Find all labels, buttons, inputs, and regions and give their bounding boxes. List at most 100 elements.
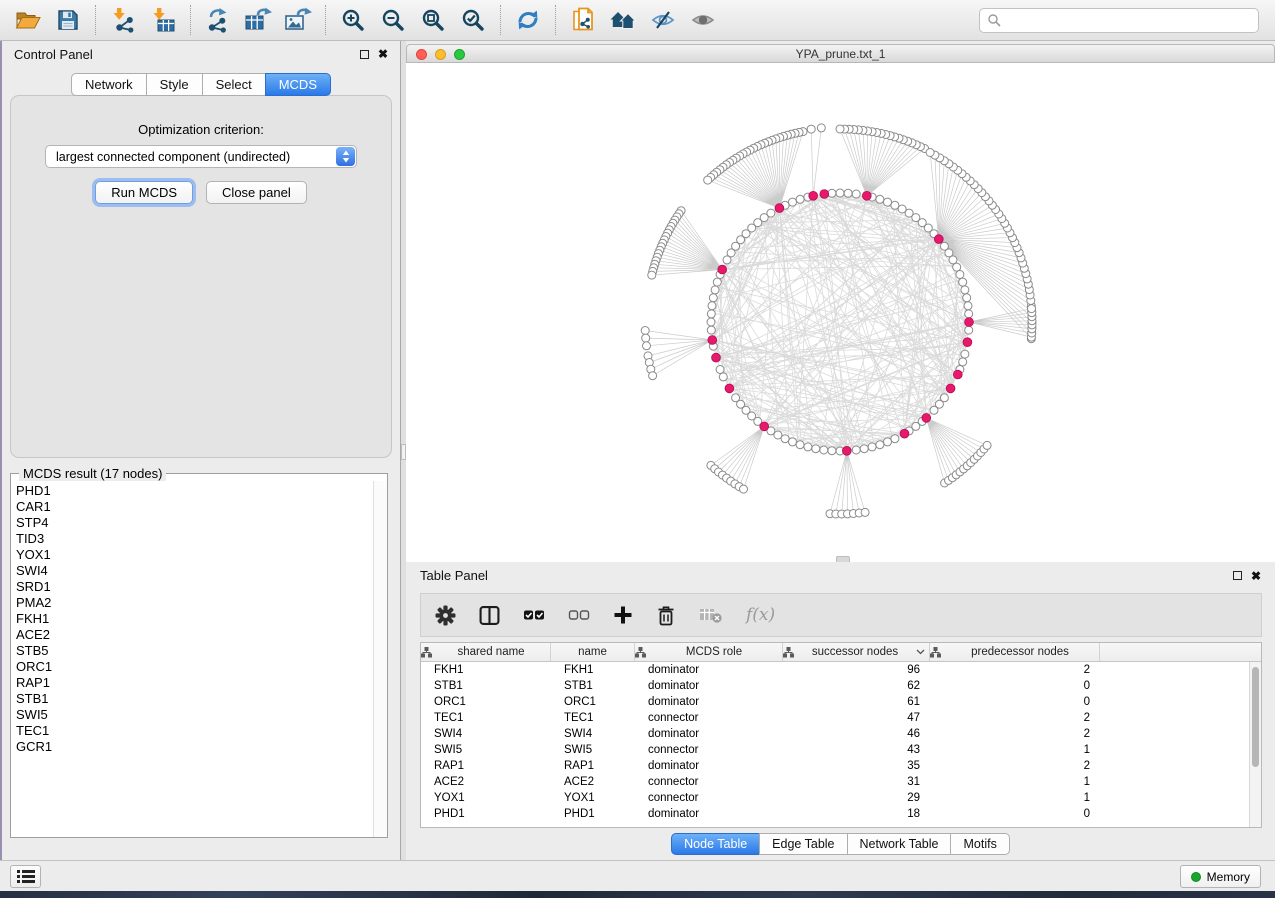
tab-style[interactable]: Style bbox=[146, 73, 203, 96]
graph-dominator-node[interactable] bbox=[934, 235, 943, 244]
table-row[interactable]: ACE2ACE2connector311 bbox=[421, 774, 1261, 790]
graph-node[interactable] bbox=[961, 286, 969, 294]
column-header-predecessor-nodes[interactable]: predecessor nodes bbox=[930, 643, 1100, 661]
function-builder-button[interactable]: f(x) bbox=[746, 605, 775, 625]
graph-node[interactable] bbox=[643, 342, 651, 350]
show-panels-button[interactable] bbox=[10, 865, 41, 888]
result-node-item[interactable]: SRD1 bbox=[11, 579, 373, 595]
graph-dominator-node[interactable] bbox=[718, 265, 727, 274]
column-header-MCDS-role[interactable]: MCDS role bbox=[635, 643, 783, 661]
result-node-item[interactable]: TID3 bbox=[11, 531, 373, 547]
close-panel-icon[interactable]: ✖ bbox=[378, 48, 388, 60]
graph-node[interactable] bbox=[789, 438, 797, 446]
graph-node[interactable] bbox=[1028, 305, 1036, 313]
result-list-scrollbar[interactable] bbox=[373, 481, 387, 837]
tab-network-table[interactable]: Network Table bbox=[847, 833, 952, 855]
column-header-successor-nodes[interactable]: successor nodes bbox=[783, 643, 930, 661]
graph-dominator-node[interactable] bbox=[900, 429, 909, 438]
graph-node[interactable] bbox=[836, 125, 844, 133]
network-view-titlebar[interactable]: YPA_prune.txt_1 bbox=[406, 44, 1275, 63]
graph-node[interactable] bbox=[844, 189, 852, 197]
graph-dominator-node[interactable] bbox=[842, 446, 851, 455]
table-row[interactable]: SWI4SWI4dominator462 bbox=[421, 726, 1261, 742]
column-header-shared-name[interactable]: shared name bbox=[421, 643, 551, 661]
graph-dominator-node[interactable] bbox=[862, 191, 871, 200]
delete-column-button[interactable] bbox=[656, 605, 676, 626]
table-scrollbar-thumb[interactable] bbox=[1252, 667, 1259, 767]
save-session-button[interactable] bbox=[48, 3, 88, 37]
graph-dominator-node[interactable] bbox=[775, 204, 784, 213]
hide-graphics-button[interactable] bbox=[643, 3, 683, 37]
graph-dominator-node[interactable] bbox=[965, 318, 974, 327]
zoom-out-button[interactable] bbox=[373, 3, 413, 37]
table-row[interactable]: STB1STB1dominator620 bbox=[421, 678, 1261, 694]
graph-node[interactable] bbox=[723, 256, 731, 264]
graph-node[interactable] bbox=[704, 176, 712, 184]
graph-node[interactable] bbox=[709, 294, 717, 302]
column-header-name[interactable]: name bbox=[551, 643, 635, 661]
graph-node[interactable] bbox=[876, 195, 884, 203]
zoom-in-button[interactable] bbox=[333, 3, 373, 37]
delete-table-button[interactable] bbox=[699, 605, 723, 625]
graph-node[interactable] bbox=[868, 443, 876, 451]
network-canvas[interactable] bbox=[406, 63, 1275, 562]
graph-node[interactable] bbox=[708, 302, 716, 310]
mcds-result-list[interactable]: PHD1CAR1STP4TID3YOX1SWI4SRD1PMA2FKH1ACE2… bbox=[11, 483, 373, 837]
tab-motifs[interactable]: Motifs bbox=[950, 833, 1009, 855]
graph-dominator-node[interactable] bbox=[953, 370, 962, 379]
graph-node[interactable] bbox=[861, 508, 869, 516]
graph-node[interactable] bbox=[789, 198, 797, 206]
select-all-button[interactable] bbox=[523, 605, 545, 625]
graph-node[interactable] bbox=[961, 350, 969, 358]
table-row[interactable]: FKH1FKH1dominator962 bbox=[421, 662, 1261, 678]
close-window-icon[interactable] bbox=[416, 49, 427, 60]
minimize-window-icon[interactable] bbox=[435, 49, 446, 60]
graph-node[interactable] bbox=[891, 201, 899, 209]
refresh-button[interactable] bbox=[508, 3, 548, 37]
graph-node[interactable] bbox=[884, 438, 892, 446]
run-mcds-button[interactable]: Run MCDS bbox=[95, 181, 193, 204]
graph-node[interactable] bbox=[891, 435, 899, 443]
result-node-item[interactable]: RAP1 bbox=[11, 675, 373, 691]
close-panel-button[interactable]: Close panel bbox=[206, 181, 307, 204]
tab-network[interactable]: Network bbox=[71, 73, 147, 96]
result-node-item[interactable]: SWI5 bbox=[11, 707, 373, 723]
export-image-button[interactable] bbox=[278, 3, 318, 37]
result-node-item[interactable]: ACE2 bbox=[11, 627, 373, 643]
graph-node[interactable] bbox=[642, 334, 650, 342]
table-row[interactable]: PHD1PHD1dominator180 bbox=[421, 806, 1261, 822]
table-row[interactable]: TEC1TEC1connector472 bbox=[421, 710, 1261, 726]
result-node-item[interactable]: GCR1 bbox=[11, 739, 373, 755]
result-node-item[interactable]: PMA2 bbox=[11, 595, 373, 611]
graph-node[interactable] bbox=[641, 327, 649, 335]
graph-node[interactable] bbox=[959, 278, 967, 286]
graph-dominator-node[interactable] bbox=[809, 191, 818, 200]
deselect-all-button[interactable] bbox=[568, 605, 590, 625]
graph-dominator-node[interactable] bbox=[712, 353, 721, 362]
open-session-button[interactable] bbox=[8, 3, 48, 37]
graph-node[interactable] bbox=[807, 125, 815, 133]
graph-node[interactable] bbox=[804, 443, 812, 451]
float-panel-icon[interactable] bbox=[360, 50, 369, 59]
graph-node[interactable] bbox=[963, 294, 971, 302]
graph-node[interactable] bbox=[965, 310, 973, 318]
import-network-button[interactable] bbox=[103, 3, 143, 37]
result-node-item[interactable]: ORC1 bbox=[11, 659, 373, 675]
graph-node[interactable] bbox=[926, 149, 934, 157]
table-scrollbar[interactable] bbox=[1249, 662, 1261, 827]
tab-mcds[interactable]: MCDS bbox=[265, 73, 331, 96]
graph-node[interactable] bbox=[649, 372, 657, 380]
zoom-fit-button[interactable] bbox=[413, 3, 453, 37]
add-column-button[interactable] bbox=[613, 605, 633, 625]
graph-node[interactable] bbox=[707, 326, 715, 334]
graph-node[interactable] bbox=[648, 271, 656, 279]
result-node-item[interactable]: STB1 bbox=[11, 691, 373, 707]
graph-node[interactable] bbox=[719, 373, 727, 381]
graph-node[interactable] bbox=[796, 441, 804, 449]
import-table-button[interactable] bbox=[143, 3, 183, 37]
session-network-button[interactable] bbox=[563, 3, 603, 37]
graph-node[interactable] bbox=[817, 124, 825, 132]
graph-node[interactable] bbox=[959, 358, 967, 366]
result-node-item[interactable]: SWI4 bbox=[11, 563, 373, 579]
result-node-item[interactable]: STP4 bbox=[11, 515, 373, 531]
